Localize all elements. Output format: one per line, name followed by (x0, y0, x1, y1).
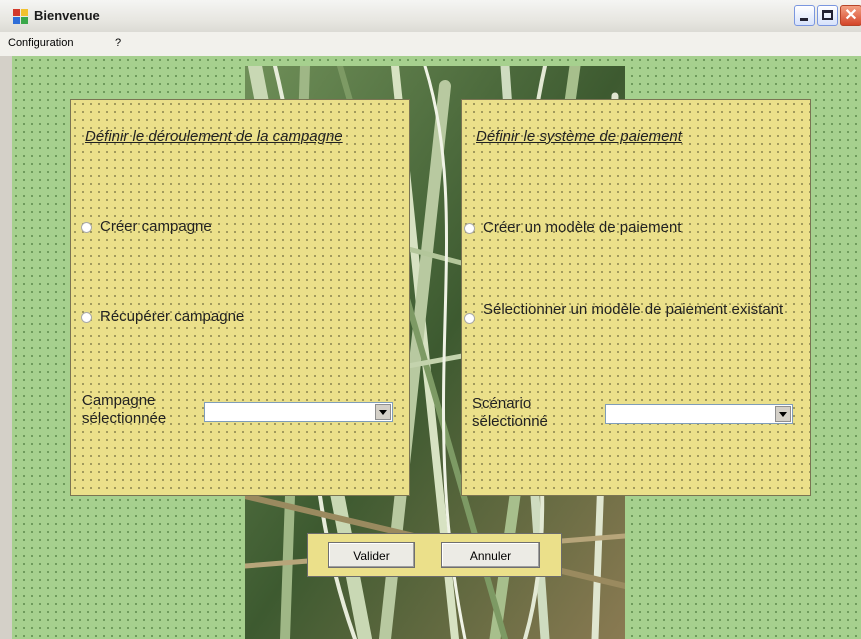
minimize-button[interactable] (794, 5, 815, 26)
select-existing-payment-model-radio[interactable]: Sélectionner un modèle de paiement exist… (464, 300, 784, 324)
maximize-icon (822, 10, 833, 20)
close-button[interactable]: ✕ (840, 5, 861, 26)
menu-configuration[interactable]: Configuration (8, 37, 73, 49)
radio-icon[interactable] (81, 222, 92, 233)
payment-panel-title: Définir le système de paiement (476, 128, 682, 145)
create-payment-model-label: Créer un modèle de paiement (483, 219, 682, 236)
create-campaign-radio[interactable]: Créer campagne (81, 218, 212, 235)
selected-scenario-label: Scénario sélectionné (472, 395, 548, 430)
app-window: Bienvenue ✕ Configuration ? Définir le d… (0, 0, 861, 639)
chevron-down-icon (379, 410, 387, 415)
minimize-icon (800, 18, 808, 21)
window-title: Bienvenue (34, 8, 100, 23)
create-payment-model-radio[interactable]: Créer un modèle de paiement (464, 219, 681, 236)
chevron-down-icon (779, 412, 787, 417)
dropdown-button[interactable] (775, 406, 791, 422)
dropdown-button[interactable] (375, 404, 391, 420)
radio-icon[interactable] (464, 313, 475, 324)
menu-help[interactable]: ? (115, 37, 121, 49)
menu-bar: Configuration ? (0, 32, 861, 56)
app-icon (13, 9, 29, 25)
close-icon: ✕ (844, 7, 858, 24)
radio-icon[interactable] (464, 223, 475, 234)
campaign-panel: Définir le déroulement de la campagne Cr… (70, 99, 410, 496)
maximize-button[interactable] (817, 5, 838, 26)
radio-icon[interactable] (81, 312, 92, 323)
create-campaign-label: Créer campagne (100, 218, 212, 235)
selected-campaign-label: Campagne sélectionnée (82, 392, 167, 427)
form-client-area: Définir le déroulement de la campagne Cr… (12, 56, 861, 639)
action-buttons-group: Valider Annuler (307, 533, 562, 577)
retrieve-campaign-radio[interactable]: Récupérer campagne (81, 308, 244, 325)
retrieve-campaign-label: Récupérer campagne (100, 308, 245, 325)
title-bar: Bienvenue ✕ (0, 0, 861, 33)
selected-scenario-dropdown[interactable] (605, 404, 793, 424)
validate-button[interactable]: Valider (328, 542, 415, 568)
cancel-button[interactable]: Annuler (441, 542, 540, 568)
campaign-panel-title: Définir le déroulement de la campagne (85, 128, 343, 145)
select-existing-payment-model-label: Sélectionner un modèle de paiement exist… (483, 301, 784, 318)
selected-campaign-dropdown[interactable] (204, 402, 393, 422)
payment-panel: Définir le système de paiement Créer un … (461, 99, 811, 496)
